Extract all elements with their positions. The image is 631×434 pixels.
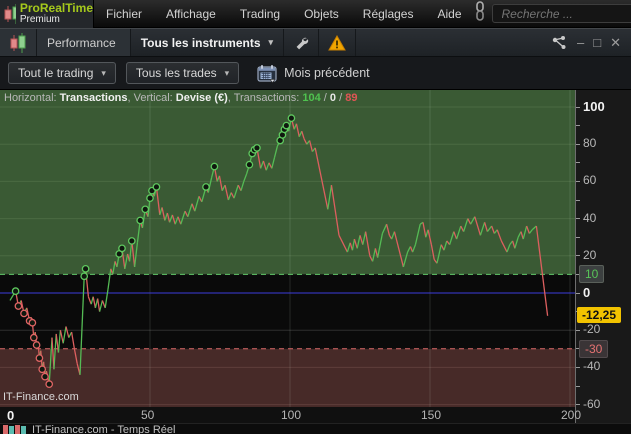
- y-axis-tick: [576, 236, 580, 238]
- y-axis-label: 60: [583, 173, 597, 188]
- menu-item-objets[interactable]: Objets: [292, 7, 351, 21]
- search-box[interactable]: [491, 4, 631, 23]
- performance-tab-icon-cell: [0, 29, 37, 56]
- wrench-icon: [296, 37, 309, 49]
- winning-trades-count: 104: [302, 92, 321, 104]
- instrument-selector-value: Tous les instruments: [140, 35, 261, 50]
- period-label: Mois précédent: [284, 66, 370, 80]
- close-button[interactable]: ✕: [610, 36, 621, 49]
- candlestick-tab-icon: [10, 32, 25, 53]
- trading-filter-value: Tout le trading: [18, 66, 94, 80]
- filters-toolbar: Tout le trading ▾ Tous les trades ▾ Mois…: [0, 57, 631, 90]
- menu-item-affichage[interactable]: Affichage: [154, 7, 228, 21]
- y-axis-tick: [576, 143, 580, 145]
- chart-axis-horizontal-value: Transactions: [59, 92, 128, 104]
- y-axis-label: 80: [583, 136, 597, 151]
- calendar-icon[interactable]: [257, 64, 278, 83]
- chart-axis-horizontal-label: Horizontal:: [4, 92, 60, 104]
- chart-axis-vertical-label: , Vertical:: [127, 92, 176, 104]
- y-axis-tick: [576, 199, 580, 201]
- y-axis-tick: [576, 106, 580, 108]
- y-axis-label: 100: [583, 99, 605, 114]
- y-axis-label: -20: [583, 322, 601, 337]
- x-axis-label: 200: [561, 408, 582, 422]
- y-axis-tick: [576, 292, 580, 294]
- chart-header: Horizontal: Transactions, Vertical: Devi…: [4, 92, 357, 104]
- y-axis-label: 0: [583, 285, 591, 300]
- y-axis-tick: [576, 329, 580, 331]
- logo-subtitle: Premium: [19, 13, 60, 25]
- chevron-down-icon: ▾: [268, 37, 274, 47]
- y-axis-tick: [576, 385, 580, 387]
- trades-filter-dropdown[interactable]: Tous les trades ▾: [125, 62, 240, 84]
- y-axis-tick: [576, 125, 580, 127]
- x-axis[interactable]: 0 50 100 150 200: [0, 407, 581, 423]
- trades-filter-value: Tous les trades: [135, 66, 217, 80]
- share-icon[interactable]: [551, 35, 568, 51]
- performance-tab-label: Performance: [37, 29, 131, 56]
- menu-bar: ProRealTime Premium Fichier Affichage Tr…: [0, 0, 631, 28]
- chevron-down-icon: ▾: [101, 67, 106, 78]
- y-axis-label: 40: [583, 210, 597, 225]
- y-axis-label: -40: [583, 359, 601, 374]
- chart-transactions-label: , Transactions:: [227, 92, 303, 104]
- y-axis-tick: [576, 162, 580, 164]
- settings-wrench-button[interactable]: [284, 29, 320, 56]
- menu-item-fichier[interactable]: Fichier: [94, 7, 154, 21]
- prorealtime-window: ProRealTime Premium Fichier Affichage Tr…: [0, 0, 631, 434]
- maximize-button[interactable]: □: [593, 36, 601, 49]
- equity-curve-chart: [0, 90, 575, 407]
- instrument-selector-dropdown[interactable]: Tous les instruments ▾: [131, 29, 285, 56]
- status-bar: IT-Finance.com - Temps Réel: [0, 423, 631, 434]
- upper-level-badge: 10: [579, 265, 605, 284]
- performance-chart-plot[interactable]: [0, 90, 575, 407]
- x-axis-label: 100: [281, 408, 302, 422]
- period-selector: Mois précédent: [257, 64, 370, 83]
- y-axis-tick: [576, 366, 580, 368]
- menu-item-trading[interactable]: Trading: [228, 7, 292, 21]
- lower-level-badge: -30: [579, 339, 609, 358]
- x-axis-label: 0: [7, 408, 15, 423]
- y-axis-tick: [576, 180, 580, 182]
- y-axis-label: -60: [583, 396, 601, 411]
- trading-filter-dropdown[interactable]: Tout le trading ▾: [8, 62, 116, 84]
- y-axis[interactable]: 100 80 60 40 20 0 -20 -40 -60 10 -12,25 -30: [575, 90, 631, 423]
- candlestick-logo-icon: [4, 3, 16, 24]
- window-controls: – □ ✕: [551, 35, 631, 51]
- menu-item-aide[interactable]: Aide: [425, 7, 473, 21]
- performance-window-titlebar: Performance Tous les instruments ▾ – □ ✕: [0, 28, 631, 57]
- y-axis-tick: [576, 218, 580, 220]
- logo-title: ProRealTime: [19, 0, 93, 15]
- x-axis-label: 50: [141, 408, 155, 422]
- separator: /: [336, 92, 346, 104]
- warning-icon: [328, 34, 346, 50]
- chart-axis-vertical-value: Devise (€): [175, 92, 228, 104]
- y-axis-label: 20: [583, 247, 597, 262]
- separator: /: [320, 92, 330, 104]
- status-candles-icon: [3, 425, 26, 434]
- minimize-button[interactable]: –: [577, 36, 584, 49]
- chevron-down-icon: ▾: [224, 67, 230, 78]
- menu-item-reglages[interactable]: Réglages: [351, 7, 426, 21]
- status-feed-label: IT-Finance.com - Temps Réel: [32, 424, 176, 434]
- link-chain-icon[interactable]: [474, 1, 486, 26]
- chart-watermark: IT-Finance.com: [3, 391, 79, 403]
- y-axis-tick: [576, 255, 580, 257]
- search-input[interactable]: [499, 5, 631, 22]
- current-value-badge: -12,25: [577, 306, 622, 323]
- x-axis-label: 150: [421, 408, 442, 422]
- y-axis-tick: [576, 404, 580, 406]
- losing-trades-count: 89: [345, 92, 358, 104]
- app-logo: ProRealTime Premium: [0, 0, 94, 28]
- warning-button[interactable]: [319, 29, 357, 56]
